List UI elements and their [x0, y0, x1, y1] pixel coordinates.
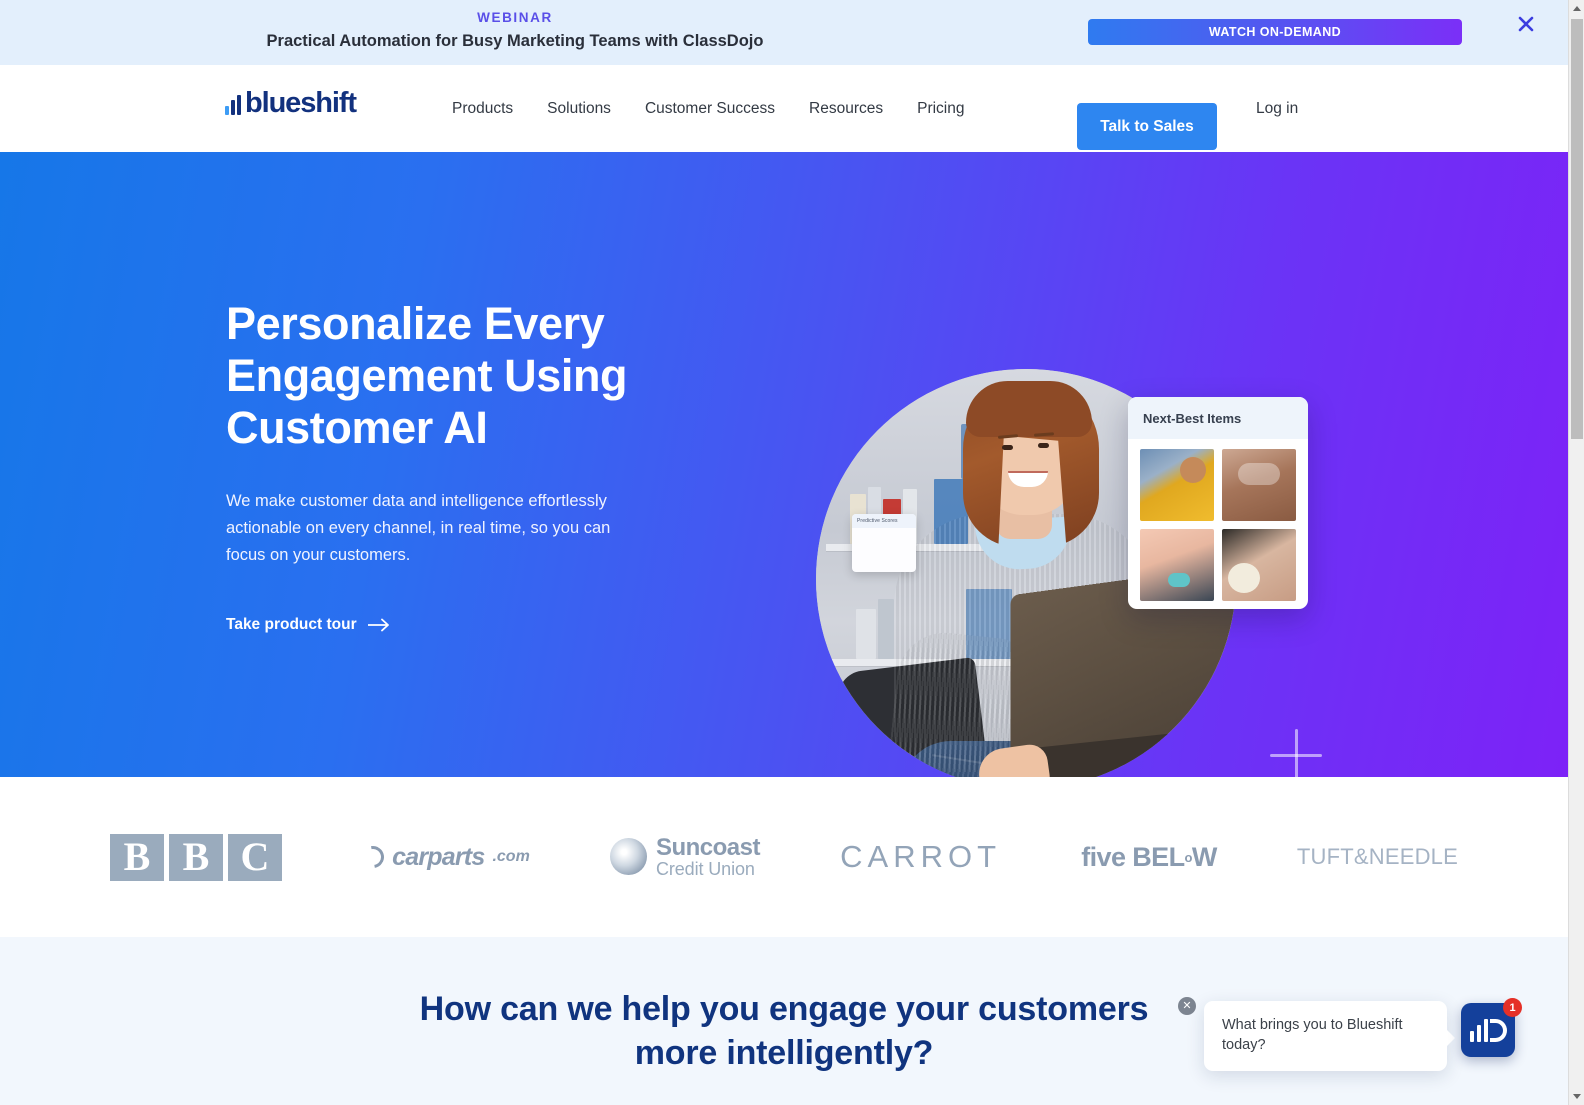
- recommended-item-thumbnail: [1140, 529, 1214, 601]
- nav-item-customer-success[interactable]: Customer Success: [645, 100, 809, 118]
- browser-viewport: WEBINAR Practical Automation for Busy Ma…: [0, 0, 1584, 1105]
- hero-title: Personalize Every Engagement Using Custo…: [226, 298, 628, 453]
- chat-unread-badge: 1: [1503, 998, 1522, 1017]
- talk-to-sales-button[interactable]: Talk to Sales: [1077, 103, 1217, 150]
- decorative-plus-icon-right: [1270, 729, 1322, 777]
- blueshift-logo-text: blueshift: [245, 87, 357, 119]
- next-best-items-grid: [1128, 439, 1308, 601]
- webinar-banner-text: WEBINAR Practical Automation for Busy Ma…: [0, 8, 1030, 53]
- predictive-scores-card: Predictive Scores: [852, 514, 916, 572]
- bbc-letter: B: [110, 833, 164, 881]
- scroll-up-arrow-icon[interactable]: [1569, 0, 1584, 17]
- carparts-tld: .com: [492, 848, 530, 865]
- webinar-eyebrow: WEBINAR: [477, 10, 553, 25]
- take-product-tour-link[interactable]: Take product tour: [226, 616, 392, 634]
- five-below-superscript: o: [1184, 849, 1192, 865]
- main-navigation: blueshift Products Solutions Customer Su…: [0, 65, 1568, 152]
- five-below-word-1: five: [1081, 841, 1126, 872]
- suncoast-line-2: Credit Union: [655, 859, 755, 880]
- take-product-tour-label: Take product tour: [226, 616, 357, 633]
- close-banner-icon[interactable]: [1515, 13, 1537, 35]
- five-below-word-3: W: [1191, 841, 1217, 872]
- blueshift-chat-letter-b: [1489, 1018, 1507, 1042]
- page-scrollbar[interactable]: [1568, 0, 1584, 1105]
- hero-illustration: Predictive Scores Next-Best Items: [816, 369, 1308, 777]
- carparts-word: carparts: [392, 842, 485, 871]
- suncoast-mark-icon: [609, 838, 647, 876]
- bbc-letter: B: [169, 833, 223, 881]
- blueshift-chat-icon: [1469, 1018, 1488, 1042]
- scroll-down-arrow-icon[interactable]: [1569, 1088, 1584, 1105]
- client-logo-carrot: CARROT: [840, 839, 1002, 874]
- next-best-items-card-title: Next-Best Items: [1128, 397, 1308, 439]
- watch-on-demand-button[interactable]: WATCH ON-DEMAND: [1088, 19, 1462, 45]
- arrow-right-icon: [367, 618, 392, 632]
- bbc-letter: C: [228, 833, 282, 881]
- next-best-items-card: Next-Best Items: [1128, 397, 1308, 609]
- client-logo-five-below: five BEL o W: [1081, 841, 1217, 873]
- client-logo-bbc: B B C: [110, 833, 282, 881]
- webinar-banner: WEBINAR Practical Automation for Busy Ma…: [0, 0, 1568, 65]
- nav-links: Products Solutions Customer Success Reso…: [452, 65, 999, 152]
- nav-item-resources[interactable]: Resources: [809, 100, 917, 118]
- five-below-word-2: BEL: [1132, 841, 1185, 872]
- login-link[interactable]: Log in: [1256, 100, 1298, 118]
- hero-subtitle: We make customer data and intelligence e…: [226, 492, 611, 564]
- webinar-title: Practical Automation for Busy Marketing …: [266, 32, 764, 50]
- blueshift-logo[interactable]: blueshift: [225, 87, 357, 119]
- suncoast-line-1: Suncoast: [655, 833, 761, 861]
- client-logo-bar: B B C carparts .com Suncoast Credit Unio…: [0, 777, 1568, 937]
- nav-item-pricing[interactable]: Pricing: [917, 100, 998, 118]
- nav-item-products[interactable]: Products: [452, 100, 547, 118]
- client-logo-carparts: carparts .com: [357, 841, 530, 873]
- hero-copy: Personalize Every Engagement Using Custo…: [226, 298, 696, 634]
- client-logo-tuft-and-needle: TUFT&NEEDLE: [1296, 844, 1458, 869]
- chat-prompt-bubble[interactable]: What brings you to Blueshift today?: [1204, 1001, 1455, 1071]
- close-chat-prompt-icon[interactable]: ✕: [1178, 997, 1196, 1015]
- recommended-item-thumbnail: [1222, 449, 1296, 521]
- predictive-scores-card-title: Predictive Scores: [852, 514, 916, 528]
- recommended-item-thumbnail: [1140, 449, 1214, 521]
- recommended-item-thumbnail: [1222, 529, 1296, 601]
- scrollbar-thumb[interactable]: [1571, 19, 1583, 439]
- nav-item-solutions[interactable]: Solutions: [547, 100, 645, 118]
- hero-section: Personalize Every Engagement Using Custo…: [0, 152, 1568, 777]
- page-content: WEBINAR Practical Automation for Busy Ma…: [0, 0, 1568, 1105]
- blueshift-bars-icon: [225, 93, 241, 115]
- carparts-mark-icon: [357, 841, 389, 873]
- client-logo-suncoast: Suncoast Credit Union: [609, 833, 761, 880]
